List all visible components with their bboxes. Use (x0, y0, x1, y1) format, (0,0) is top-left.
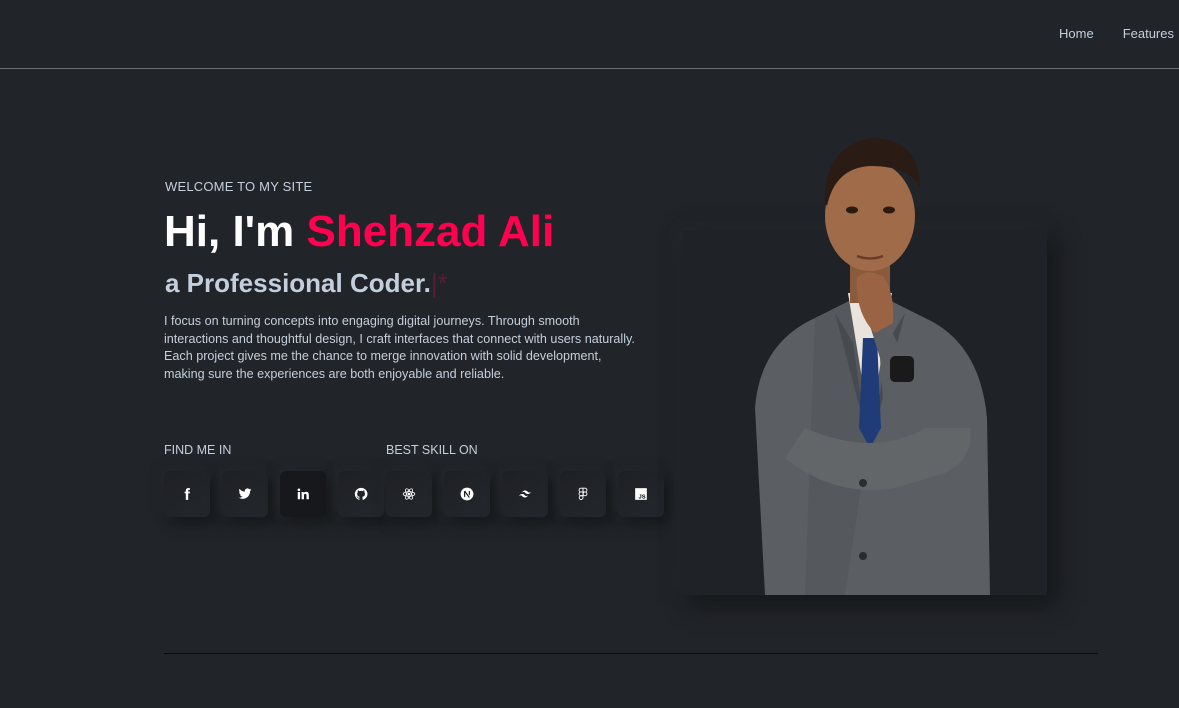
twitter-button[interactable] (222, 471, 268, 517)
react-skill-badge[interactable] (386, 471, 432, 517)
nav-home-link[interactable]: Home (1059, 26, 1094, 41)
hero-name: Shehzad Ali (306, 207, 555, 256)
hero-description: I focus on turning concepts into engagin… (164, 314, 635, 381)
section-divider (164, 653, 1098, 654)
js-badge-text: JS (639, 495, 646, 501)
greeting-text: Hi, I'm (164, 207, 307, 256)
skill-icons: JS (386, 471, 664, 517)
react-icon (402, 488, 416, 500)
profile-portrait (755, 138, 990, 595)
social-links (164, 471, 384, 517)
facebook-button[interactable] (164, 471, 210, 517)
figma-skill-badge[interactable] (560, 471, 606, 517)
hero-headline: Hi, I'm Shehzad Ali (164, 207, 554, 257)
tailwind-skill-badge[interactable] (502, 471, 548, 517)
nav-features-link[interactable]: Features (1123, 26, 1174, 41)
linkedin-icon (297, 488, 309, 500)
linkedin-button[interactable] (280, 471, 326, 517)
tailwind-icon (519, 490, 531, 498)
welcome-label: WELCOME TO MY SITE (165, 179, 313, 194)
main-nav: Home Features (1059, 26, 1174, 41)
javascript-icon: JS (635, 488, 647, 501)
top-navbar: Home Features (0, 0, 1179, 69)
hero-subtitle: a Professional Coder.|* (165, 268, 448, 299)
twitter-icon (238, 488, 252, 499)
subtitle-text: a Professional Coder. (165, 268, 431, 298)
github-button[interactable] (338, 471, 384, 517)
find-me-label: FIND ME IN (164, 443, 232, 457)
github-icon (354, 487, 368, 500)
javascript-skill-badge[interactable]: JS (618, 471, 664, 517)
typing-cursor: |* (430, 268, 448, 298)
facebook-icon (184, 488, 190, 500)
figma-icon (578, 487, 588, 500)
nextjs-icon (460, 487, 474, 501)
best-skill-label: BEST SKILL ON (386, 443, 478, 457)
nextjs-skill-badge[interactable] (444, 471, 490, 517)
